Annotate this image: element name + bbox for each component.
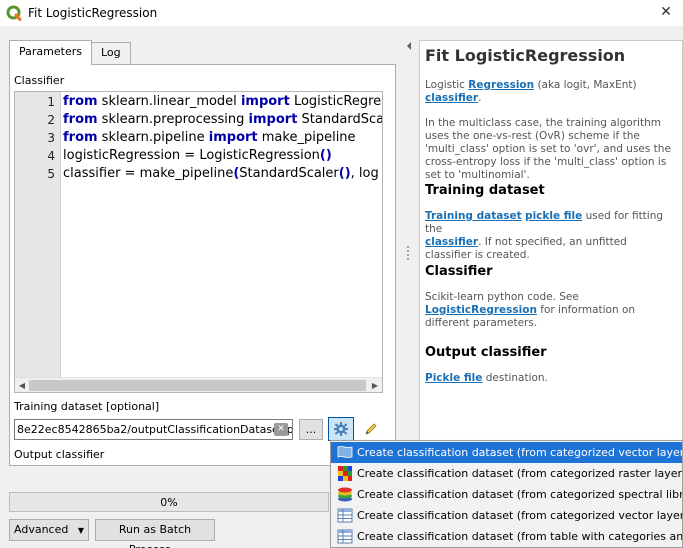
code-keyword: import — [208, 130, 258, 145]
logisticregression-link[interactable]: LogisticRegression — [425, 304, 537, 316]
scroll-right-icon[interactable]: ▶ — [369, 380, 381, 391]
browse-button[interactable]: ... — [299, 419, 323, 440]
dataset-creation-menu: Create classification dataset (from cate… — [330, 440, 683, 548]
help-output-post: destination. — [482, 372, 548, 384]
help-classifier-text: Scikit-learn python code. See LogisticReg… — [425, 291, 675, 330]
progress-percent: 0% — [160, 496, 178, 509]
advanced-button[interactable]: Advanced ▼ — [9, 519, 89, 541]
line-number: 4 — [47, 149, 55, 163]
horizontal-scrollbar[interactable]: ◀ ▶ — [15, 377, 382, 392]
regression-link[interactable]: Regression — [468, 79, 534, 91]
table-icon — [337, 529, 353, 544]
splitter-handle[interactable] — [407, 246, 410, 262]
help-intro-post: . — [478, 92, 482, 104]
code-text: , log — [350, 166, 379, 181]
classifier-code-editor[interactable]: 1 2 3 4 5 from sklearn.linear_model import L… — [14, 91, 383, 393]
output-classifier-label: Output classifier — [14, 448, 105, 461]
code-keyword: from — [63, 130, 98, 145]
menu-item-label: Create classification dataset (from tabl… — [357, 530, 683, 543]
scrollbar-thumb[interactable] — [29, 380, 366, 391]
pickle-file-link[interactable]: pickle file — [525, 210, 582, 222]
code-keyword: import — [240, 94, 290, 109]
code-keyword: import — [248, 112, 298, 127]
tab-log[interactable]: Log — [90, 42, 131, 64]
collapse-arrow-icon[interactable] — [405, 41, 413, 51]
code-text: StandardScaler — [239, 166, 339, 181]
training-dataset-link[interactable]: Training dataset — [425, 210, 522, 222]
help-intro-text: Logistic — [425, 79, 469, 91]
code-text: sklearn.linear_model — [97, 94, 241, 109]
help-output-heading: Output classifier — [425, 345, 547, 360]
dataset-options-button[interactable] — [328, 417, 354, 441]
line-number-gutter: 1 2 3 4 5 — [15, 92, 61, 378]
help-intro-mid: (aka logit, MaxEnt) — [534, 79, 637, 91]
menu-item-raster-layer-features[interactable]: Create classification dataset (from cate… — [331, 463, 683, 484]
pickle-file-output-link[interactable]: Pickle file — [425, 372, 482, 384]
code-text: LogisticRegres — [289, 94, 383, 109]
code-text: logisticRegression = LogisticRegression — [63, 148, 320, 163]
menu-item-label: Create classification dataset (from cate… — [357, 446, 683, 459]
dropdown-arrow-icon: ▼ — [77, 526, 84, 535]
window-title: Fit LogisticRegression — [28, 6, 158, 20]
classifier-label: Classifier — [14, 74, 65, 87]
code-line: from sklearn.pipeline import make_pipeli… — [63, 130, 356, 145]
code-keyword: () — [338, 166, 351, 181]
progress-bar: 0% — [9, 492, 329, 512]
pencil-icon[interactable] — [363, 421, 379, 437]
line-number: 3 — [47, 131, 55, 145]
code-area[interactable]: from sklearn.linear_model import Logisti… — [63, 92, 383, 378]
advanced-label: Advanced — [14, 523, 69, 536]
line-number: 1 — [47, 95, 55, 109]
code-text: sklearn.preprocessing — [97, 112, 249, 127]
menu-item-vector-layer-features[interactable]: Create classification dataset (from cate… — [331, 442, 683, 463]
line-number: 5 — [47, 167, 55, 181]
code-text: make_pipeline — [257, 130, 356, 145]
code-line: classifier = make_pipeline(StandardScale… — [63, 166, 379, 181]
code-keyword: from — [63, 94, 98, 109]
help-classifier-heading: Classifier — [425, 264, 493, 279]
code-keyword: from — [63, 112, 98, 127]
code-line: from sklearn.preprocessing import Standa… — [63, 112, 383, 127]
code-text: sklearn.pipeline — [97, 130, 209, 145]
clear-icon[interactable]: ✕ — [274, 423, 288, 436]
scroll-left-icon[interactable]: ◀ — [16, 380, 28, 391]
training-dataset-value: 8e22ec8542865ba2/outputClassificationDat… — [17, 423, 293, 436]
menu-item-label: Create classification dataset (from cate… — [357, 509, 683, 522]
classifier-link[interactable]: classifier — [425, 92, 478, 104]
tab-parameters[interactable]: Parameters — [9, 40, 92, 65]
menu-item-label: Create classification dataset (from cate… — [357, 488, 683, 501]
training-dataset-input[interactable]: 8e22ec8542865ba2/outputClassificationDat… — [14, 419, 293, 440]
help-training-heading: Training dataset — [425, 183, 545, 198]
code-line: from sklearn.linear_model import Logisti… — [63, 94, 383, 109]
vector-layer-icon — [337, 446, 353, 458]
tab-bar: Parameters Log — [9, 40, 131, 65]
menu-item-table-categories[interactable]: Create classification dataset (from tabl… — [331, 526, 683, 547]
qgis-logo-icon — [6, 5, 22, 21]
help-title: Fit LogisticRegression — [425, 46, 626, 65]
spectral-library-icon — [338, 487, 352, 502]
title-bar: Fit LogisticRegression ✕ — [0, 0, 683, 26]
code-text: classifier = make_pipeline — [63, 166, 234, 181]
line-number: 2 — [47, 113, 55, 127]
menu-item-spectral-library[interactable]: Create classification dataset (from cate… — [331, 484, 683, 505]
help-classifier-pre: Scikit-learn python code. See — [425, 291, 579, 303]
gear-icon — [334, 422, 348, 436]
code-line: logisticRegression = LogisticRegression(… — [63, 148, 332, 163]
raster-layer-icon — [338, 466, 352, 481]
help-multiclass: In the multiclass case, the training alg… — [425, 117, 671, 181]
help-output-text: Pickle file destination. — [425, 372, 675, 385]
help-training-text: Training dataset pickle file used for fi… — [425, 210, 675, 262]
run-as-batch-button[interactable]: Run as Batch Process... — [95, 519, 215, 548]
training-classifier-link[interactable]: classifier — [425, 236, 478, 248]
code-keyword: () — [319, 148, 332, 163]
training-dataset-label: Training dataset [optional] — [14, 400, 160, 413]
help-intro: Logistic Regression (aka logit, MaxEnt) c… — [425, 79, 675, 105]
close-icon[interactable]: ✕ — [657, 3, 675, 21]
menu-item-label: Create classification dataset (from cate… — [357, 467, 683, 480]
code-text: StandardSca — [297, 112, 383, 127]
table-icon — [337, 508, 353, 523]
menu-item-vector-layer-attributes[interactable]: Create classification dataset (from cate… — [331, 505, 683, 526]
